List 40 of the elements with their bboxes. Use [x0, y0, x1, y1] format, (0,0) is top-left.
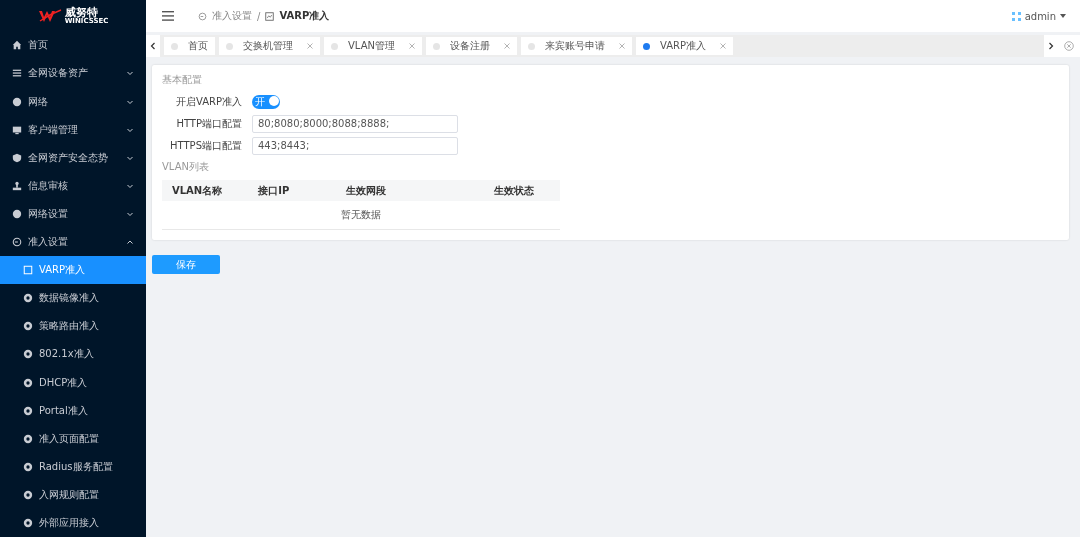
tab[interactable]: VLAN管理 [324, 37, 422, 55]
breadcrumb-separator: / [257, 10, 261, 22]
tab[interactable]: 来宾账号申请 [520, 37, 632, 55]
section-title: VLAN列表 [162, 160, 210, 174]
tab[interactable]: 首页 [164, 37, 215, 55]
column-header: 接口IP [248, 180, 336, 201]
breadcrumb-link[interactable]: 准入设置 [212, 9, 252, 23]
sidebar-item[interactable]: 全网资产安全态势 [0, 143, 146, 172]
input-field[interactable]: 80;8080;8000;8088;8888; [252, 114, 458, 133]
sidebar-item[interactable]: 准入设置 [0, 228, 146, 257]
submenu-item[interactable]: 策略路由准入 [0, 312, 146, 341]
empty-message: 暂无数据 [162, 201, 560, 230]
field-label: 开启VARP准入 [174, 94, 243, 109]
submenu-item[interactable]: 802.1x准入 [0, 340, 146, 369]
tab[interactable]: VARP准入 [635, 37, 733, 55]
breadcrumb-current: VARP准入 [279, 9, 330, 23]
sidebar-item[interactable]: 网络设置 [0, 199, 146, 228]
sidebar-item[interactable]: 网络 [0, 87, 146, 116]
submenu-item[interactable]: 外部应用接入 [0, 508, 146, 537]
submenu-item[interactable]: DHCP准入 [0, 368, 146, 397]
submenu-item[interactable]: Portal准入 [0, 396, 146, 425]
brand-name: 威努特 [64, 6, 98, 18]
sidebar-item[interactable]: 全网设备资产 [0, 59, 146, 88]
submenu-item[interactable]: 入网规则配置 [0, 480, 146, 509]
tab[interactable]: 交换机管理 [219, 37, 320, 55]
section-title: 基本配置 [162, 73, 203, 87]
input-field[interactable]: 443;8443; [252, 136, 458, 155]
field-label: HTTP端口配置 [175, 116, 243, 131]
submenu-item[interactable]: Radius服务配置 [0, 452, 146, 481]
column-header: VLAN名称 [162, 180, 249, 201]
sidebar-item[interactable]: 信息审核 [0, 171, 146, 200]
column-header: 生效状态 [483, 180, 560, 201]
submenu-item[interactable]: 准入页面配置 [0, 424, 146, 453]
sidebar-item[interactable]: 客户端管理 [0, 115, 146, 144]
column-header: 生效网段 [335, 180, 484, 201]
submenu-item[interactable]: 数据镜像准入 [0, 284, 146, 313]
tab[interactable]: 设备注册 [425, 37, 517, 55]
user-menu[interactable]: admin [1024, 10, 1056, 22]
sidebar-item[interactable]: 首页 [0, 31, 146, 60]
field-label: HTTPS端口配置 [169, 138, 243, 153]
